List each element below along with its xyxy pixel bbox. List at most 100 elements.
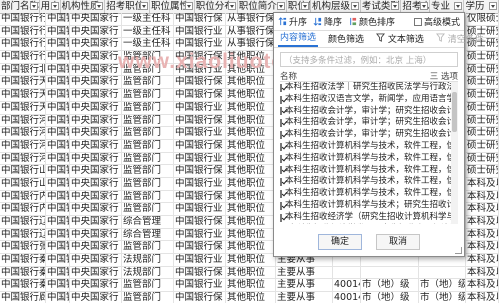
- table-cell[interactable]: 其他职位: [226, 177, 276, 190]
- table-cell[interactable]: 中央国家行: [70, 241, 122, 254]
- table-cell[interactable]: 中国银行保: [46, 190, 70, 203]
- table-cell[interactable]: 其他职位: [226, 241, 276, 254]
- filter-dropdown-icon[interactable]: [454, 2, 463, 10]
- ok-button[interactable]: 确定: [318, 234, 362, 250]
- column-header[interactable]: 职位属性: [150, 0, 195, 13]
- list-item-checkbox[interactable]: [280, 154, 282, 163]
- table-cell[interactable]: 其他职位: [226, 63, 276, 76]
- sort-asc-button[interactable]: 升序: [278, 15, 307, 28]
- table-cell[interactable]: 监管部门: [122, 63, 174, 76]
- table-cell[interactable]: 其他职位: [226, 89, 276, 101]
- table-cell[interactable]: 中国银行内蒙古银: [0, 190, 46, 203]
- table-cell[interactable]: 中国银行保: [174, 89, 226, 101]
- table-cell[interactable]: 中央国家行: [70, 38, 122, 51]
- table-cell[interactable]: 中央国家行: [70, 127, 122, 139]
- list-item[interactable]: 本科生招收计算机科学与技术，软件工程，信息安: [280, 141, 458, 153]
- table-cell[interactable]: 中央国家行: [70, 266, 122, 279]
- table-cell[interactable]: 其他职位: [226, 254, 276, 266]
- table-cell[interactable]: 中国银行保: [174, 190, 226, 203]
- table-cell[interactable]: 中央国家行: [70, 228, 122, 241]
- list-item[interactable]: 本科生招收计算机科学与技术，软件工程，信息安: [280, 153, 458, 165]
- table-cell[interactable]: 中国银行业: [174, 152, 226, 165]
- advanced-mode-toggle[interactable]: 高级模式: [413, 15, 460, 28]
- list-item[interactable]: 本科生招收法学｜研究生招收民法学与行政法学、: [280, 82, 458, 94]
- filter-dropdown-icon[interactable]: [391, 2, 400, 10]
- tab-color-filter[interactable]: 颜色筛选: [326, 32, 366, 47]
- table-cell[interactable]: 中央国家行: [70, 89, 122, 101]
- table-cell[interactable]: 中国银行保: [174, 13, 226, 25]
- table-cell[interactable]: 中央国家行: [70, 152, 122, 165]
- table-cell[interactable]: 监管部门: [122, 177, 174, 190]
- list-item-checkbox[interactable]: [280, 95, 282, 104]
- table-cell[interactable]: 中国银行秦皇岛银: [0, 254, 46, 266]
- column-header[interactable]: 机构性质: [61, 0, 106, 13]
- table-cell[interactable]: 其他职位: [226, 266, 276, 279]
- table-cell[interactable]: 中国银行业: [46, 38, 70, 51]
- table-cell[interactable]: 中国银行业: [174, 254, 226, 266]
- table-cell[interactable]: 中国银行业: [46, 127, 70, 139]
- table-cell[interactable]: 综合管理: [122, 228, 174, 241]
- table-cell[interactable]: 其他职位: [226, 190, 276, 203]
- table-cell[interactable]: 400144001: [333, 292, 361, 303]
- clear-conditions-button[interactable]: 清空条件: [434, 32, 486, 47]
- table-cell[interactable]: 其他职位: [226, 216, 276, 228]
- filter-dropdown-icon[interactable]: [227, 2, 236, 10]
- table-cell[interactable]: 市（地）级: [419, 279, 466, 292]
- column-header[interactable]: 用人司局: [40, 0, 61, 13]
- column-header[interactable]: 职位分布: [195, 0, 238, 13]
- list-item-checkbox[interactable]: [280, 131, 282, 140]
- tab-content-filter[interactable]: 内容筛选: [278, 30, 319, 47]
- table-cell[interactable]: 中国银行秦皇岛银: [0, 266, 46, 279]
- table-cell[interactable]: 中国银行内蒙古银: [0, 203, 46, 215]
- table-cell[interactable]: 硕士研究生: [466, 139, 499, 152]
- table-cell[interactable]: 本科及以上: [466, 203, 499, 215]
- list-item-checkbox[interactable]: [280, 190, 282, 199]
- filter-search-input[interactable]: （支持多条件过滤，例如：北京 上海）: [280, 52, 458, 67]
- filter-dropdown-icon[interactable]: [419, 2, 428, 10]
- table-cell[interactable]: 中国银行山西银保: [0, 165, 46, 177]
- table-cell[interactable]: 中央国家行: [70, 190, 122, 203]
- table-cell[interactable]: 监管部门: [122, 165, 174, 177]
- table-cell[interactable]: 中国银行河北银保: [0, 127, 46, 139]
- table-cell[interactable]: 中国银行业: [174, 127, 226, 139]
- table-cell[interactable]: 中央国家行: [70, 63, 122, 76]
- table-cell[interactable]: 法规部门: [122, 266, 174, 279]
- table-cell[interactable]: 中央国家行: [70, 76, 122, 89]
- list-item[interactable]: 本科生招收汉语言文学，新闻学，应用语言学，: [280, 94, 458, 106]
- table-cell[interactable]: 监管部门: [122, 241, 174, 254]
- table-cell[interactable]: 硕士研究生: [466, 165, 499, 177]
- table-cell[interactable]: 综合管理: [122, 216, 174, 228]
- table-cell[interactable]: 从事银行保: [226, 25, 276, 38]
- table-cell[interactable]: 中国银行业: [174, 177, 226, 190]
- table-cell[interactable]: 中国银行保: [174, 292, 226, 303]
- table-cell[interactable]: 一级主任科: [122, 25, 174, 38]
- table-cell[interactable]: 中国银行保: [174, 266, 226, 279]
- scrollbar-thumb[interactable]: [452, 92, 457, 132]
- options-button[interactable]: 三 选项: [430, 70, 458, 82]
- table-cell[interactable]: 中国银行业: [174, 203, 226, 215]
- list-scrollbar[interactable]: [451, 82, 458, 224]
- table-cell[interactable]: 中国银行保: [46, 51, 70, 63]
- list-item-checkbox[interactable]: [280, 83, 282, 92]
- table-cell[interactable]: 中国银行秦皇岛银: [0, 279, 46, 292]
- table-cell[interactable]: 中国银行保: [46, 89, 70, 101]
- column-header[interactable]: 部门名称: [0, 0, 40, 13]
- table-cell[interactable]: 中国银行业: [46, 152, 70, 165]
- table-cell[interactable]: 监管部门: [122, 152, 174, 165]
- table-cell[interactable]: 主要从事: [276, 279, 333, 292]
- table-cell[interactable]: 本科及以上: [466, 177, 499, 190]
- table-cell[interactable]: 其他职位: [226, 139, 276, 152]
- table-cell[interactable]: 中国银行辽宁银保: [0, 216, 46, 228]
- table-cell[interactable]: 中央国家行: [70, 254, 122, 266]
- table-cell[interactable]: 中国银行业: [46, 177, 70, 190]
- table-cell[interactable]: 其他职位: [226, 203, 276, 215]
- table-cell[interactable]: 其他职位: [226, 165, 276, 177]
- table-cell[interactable]: 硕士研究生: [466, 127, 499, 139]
- table-cell[interactable]: 中国银行业: [46, 203, 70, 215]
- table-cell[interactable]: 监管部门: [122, 127, 174, 139]
- table-cell[interactable]: 硕士研究生: [466, 101, 499, 114]
- table-cell[interactable]: 主要从事: [276, 266, 333, 279]
- table-cell[interactable]: 监管部门: [122, 139, 174, 152]
- table-cell[interactable]: 中国银行天津银保: [0, 76, 46, 89]
- list-item-checkbox[interactable]: [280, 166, 282, 175]
